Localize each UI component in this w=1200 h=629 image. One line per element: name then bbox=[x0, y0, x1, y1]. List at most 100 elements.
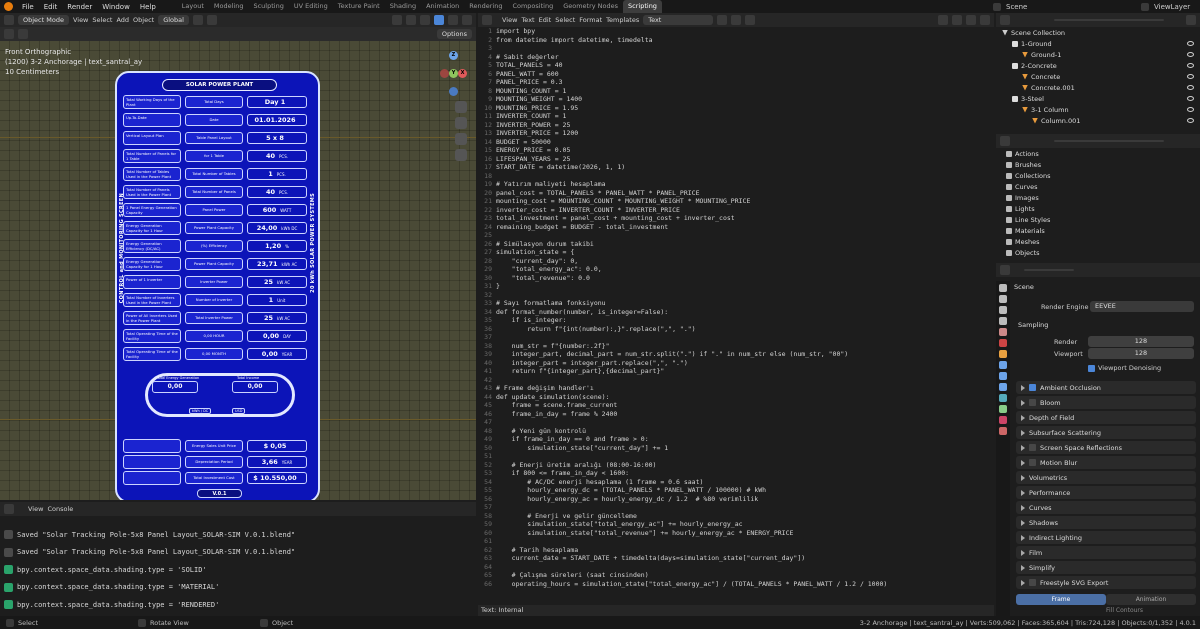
outliner-item[interactable]: Concrete bbox=[996, 71, 1200, 82]
gizmo-neg-z-axis[interactable] bbox=[449, 87, 458, 96]
menu-window[interactable]: Window bbox=[97, 3, 135, 11]
data-item[interactable]: Brushes bbox=[996, 159, 1200, 170]
menu-edit[interactable]: Edit bbox=[39, 3, 63, 11]
run-script-icon[interactable] bbox=[980, 15, 990, 25]
editor-menu-text[interactable]: Text bbox=[521, 16, 534, 24]
scene-name[interactable]: Scene bbox=[1006, 3, 1136, 11]
section-checkbox[interactable] bbox=[1029, 579, 1036, 586]
workspace-tab-layout[interactable]: Layout bbox=[177, 0, 209, 13]
material-tab-icon[interactable] bbox=[999, 416, 1007, 424]
visibility-eye-icon[interactable] bbox=[1187, 74, 1194, 79]
console-menu-console[interactable]: Console bbox=[47, 505, 73, 513]
transform-orientation[interactable]: Global bbox=[158, 15, 189, 25]
render-section[interactable]: Shadows bbox=[1016, 516, 1196, 529]
xray-icon[interactable] bbox=[420, 15, 430, 25]
outliner-item[interactable]: Concrete.001 bbox=[996, 82, 1200, 93]
new-text-icon[interactable] bbox=[731, 15, 742, 25]
data-item[interactable]: Collections bbox=[996, 170, 1200, 181]
editor-menu-format[interactable]: Format bbox=[579, 16, 602, 24]
mode-selector[interactable]: Object Mode bbox=[18, 15, 69, 25]
output-tab-icon[interactable] bbox=[999, 306, 1007, 314]
menu-help[interactable]: Help bbox=[135, 3, 161, 11]
workspace-tab-scripting[interactable]: Scripting bbox=[623, 0, 662, 13]
workspace-tab-shading[interactable]: Shading bbox=[385, 0, 421, 13]
overlay-icon[interactable] bbox=[406, 15, 416, 25]
filter-icon[interactable] bbox=[1186, 15, 1196, 25]
outliner-item[interactable]: Column.001 bbox=[996, 115, 1200, 126]
view-layer-name[interactable]: ViewLayer bbox=[1154, 3, 1194, 11]
tool-tab-icon[interactable] bbox=[999, 284, 1007, 292]
physics-tab-icon[interactable] bbox=[999, 383, 1007, 391]
pan-hand-icon[interactable] bbox=[455, 117, 467, 129]
gizmo-z-axis[interactable]: Z bbox=[449, 51, 458, 60]
render-section[interactable]: Depth of Field bbox=[1016, 411, 1196, 424]
render-section[interactable]: Subsurface Scattering bbox=[1016, 426, 1196, 439]
visibility-icon[interactable] bbox=[392, 15, 402, 25]
shading-material-icon[interactable] bbox=[448, 15, 458, 25]
data-item[interactable]: Meshes bbox=[996, 236, 1200, 247]
workspace-tab-uv-editing[interactable]: UV Editing bbox=[289, 0, 333, 13]
data-type-icon[interactable] bbox=[1000, 136, 1010, 146]
outliner-search[interactable] bbox=[1054, 19, 1164, 21]
vp-menu-object[interactable]: Object bbox=[133, 16, 154, 24]
data-tab-icon[interactable] bbox=[999, 405, 1007, 413]
editor-type-icon[interactable] bbox=[4, 15, 14, 25]
workspace-tab-compositing[interactable]: Compositing bbox=[507, 0, 558, 13]
workspace-tab-geometry-nodes[interactable]: Geometry Nodes bbox=[558, 0, 623, 13]
editor-menu-select[interactable]: Select bbox=[555, 16, 575, 24]
menu-render[interactable]: Render bbox=[62, 3, 97, 11]
freestyle-animation-tab[interactable]: Animation bbox=[1106, 594, 1196, 605]
outliner-item[interactable]: 1-Ground bbox=[996, 38, 1200, 49]
workspace-tab-sculpting[interactable]: Sculpting bbox=[248, 0, 288, 13]
perspective-grid-icon[interactable] bbox=[455, 149, 467, 161]
visibility-eye-icon[interactable] bbox=[1187, 41, 1194, 46]
render-section[interactable]: Motion Blur bbox=[1016, 456, 1196, 469]
visibility-eye-icon[interactable] bbox=[1187, 52, 1194, 57]
camera-icon[interactable] bbox=[455, 133, 467, 145]
syntax-icon[interactable] bbox=[966, 15, 976, 25]
gizmo-x-axis[interactable]: X bbox=[458, 69, 467, 78]
snap-icon[interactable] bbox=[192, 15, 203, 25]
solar-plant-screen[interactable]: SOLAR POWER PLANT CONTROL and MONITORING… bbox=[115, 71, 320, 500]
menu-file[interactable]: File bbox=[17, 3, 39, 11]
properties-type-icon[interactable] bbox=[1000, 265, 1010, 275]
section-checkbox[interactable] bbox=[1029, 399, 1036, 406]
object-tab-icon[interactable] bbox=[999, 350, 1007, 358]
render-section[interactable]: Volumetrics bbox=[1016, 471, 1196, 484]
outliner-type-icon[interactable] bbox=[1000, 15, 1010, 25]
data-item[interactable]: Actions bbox=[996, 148, 1200, 159]
blend-data-panel[interactable]: Actions Brushes Collections Curves Images Lig… bbox=[996, 134, 1200, 261]
world-tab-icon[interactable] bbox=[999, 339, 1007, 347]
render-section[interactable]: Curves bbox=[1016, 501, 1196, 514]
outliner-item[interactable]: 3-Steel bbox=[996, 93, 1200, 104]
section-checkbox[interactable] bbox=[1029, 384, 1036, 391]
select-box-icon[interactable] bbox=[18, 29, 28, 39]
freestyle-frame-tab[interactable]: Frame bbox=[1016, 594, 1106, 605]
vp-menu-add[interactable]: Add bbox=[116, 16, 129, 24]
data-item[interactable]: Images bbox=[996, 192, 1200, 203]
view-layer-tab-icon[interactable] bbox=[999, 317, 1007, 325]
constraints-tab-icon[interactable] bbox=[999, 394, 1007, 402]
section-checkbox[interactable] bbox=[1029, 459, 1036, 466]
workspace-tab-rendering[interactable]: Rendering bbox=[464, 0, 507, 13]
section-checkbox[interactable] bbox=[1029, 444, 1036, 451]
vp-menu-select[interactable]: Select bbox=[92, 16, 112, 24]
shading-solid-icon[interactable] bbox=[434, 15, 444, 25]
workspace-tab-animation[interactable]: Animation bbox=[421, 0, 464, 13]
render-section[interactable]: Performance bbox=[1016, 486, 1196, 499]
data-search[interactable] bbox=[1054, 140, 1164, 142]
proportional-icon[interactable] bbox=[206, 15, 217, 25]
outliner-item[interactable]: Scene Collection bbox=[996, 27, 1200, 38]
word-wrap-icon[interactable] bbox=[952, 15, 962, 25]
3d-viewport[interactable]: Object Mode View Select Add Object Globa… bbox=[0, 13, 476, 500]
outliner-item[interactable]: Ground-1 bbox=[996, 49, 1200, 60]
console-menu-view[interactable]: View bbox=[28, 505, 43, 513]
editor-menu-view[interactable]: View bbox=[502, 16, 517, 24]
editor-menu-templates[interactable]: Templates bbox=[606, 16, 639, 24]
text-editor[interactable]: View Text Edit Select Format Templates T… bbox=[478, 13, 994, 616]
render-samples-field[interactable]: 128 bbox=[1088, 336, 1194, 347]
viewport-denoising[interactable]: Viewport Denoising bbox=[1088, 364, 1161, 372]
render-section[interactable]: Film bbox=[1016, 546, 1196, 559]
viewport-samples-field[interactable]: 128 bbox=[1088, 348, 1194, 359]
render-section[interactable]: Indirect Lighting bbox=[1016, 531, 1196, 544]
